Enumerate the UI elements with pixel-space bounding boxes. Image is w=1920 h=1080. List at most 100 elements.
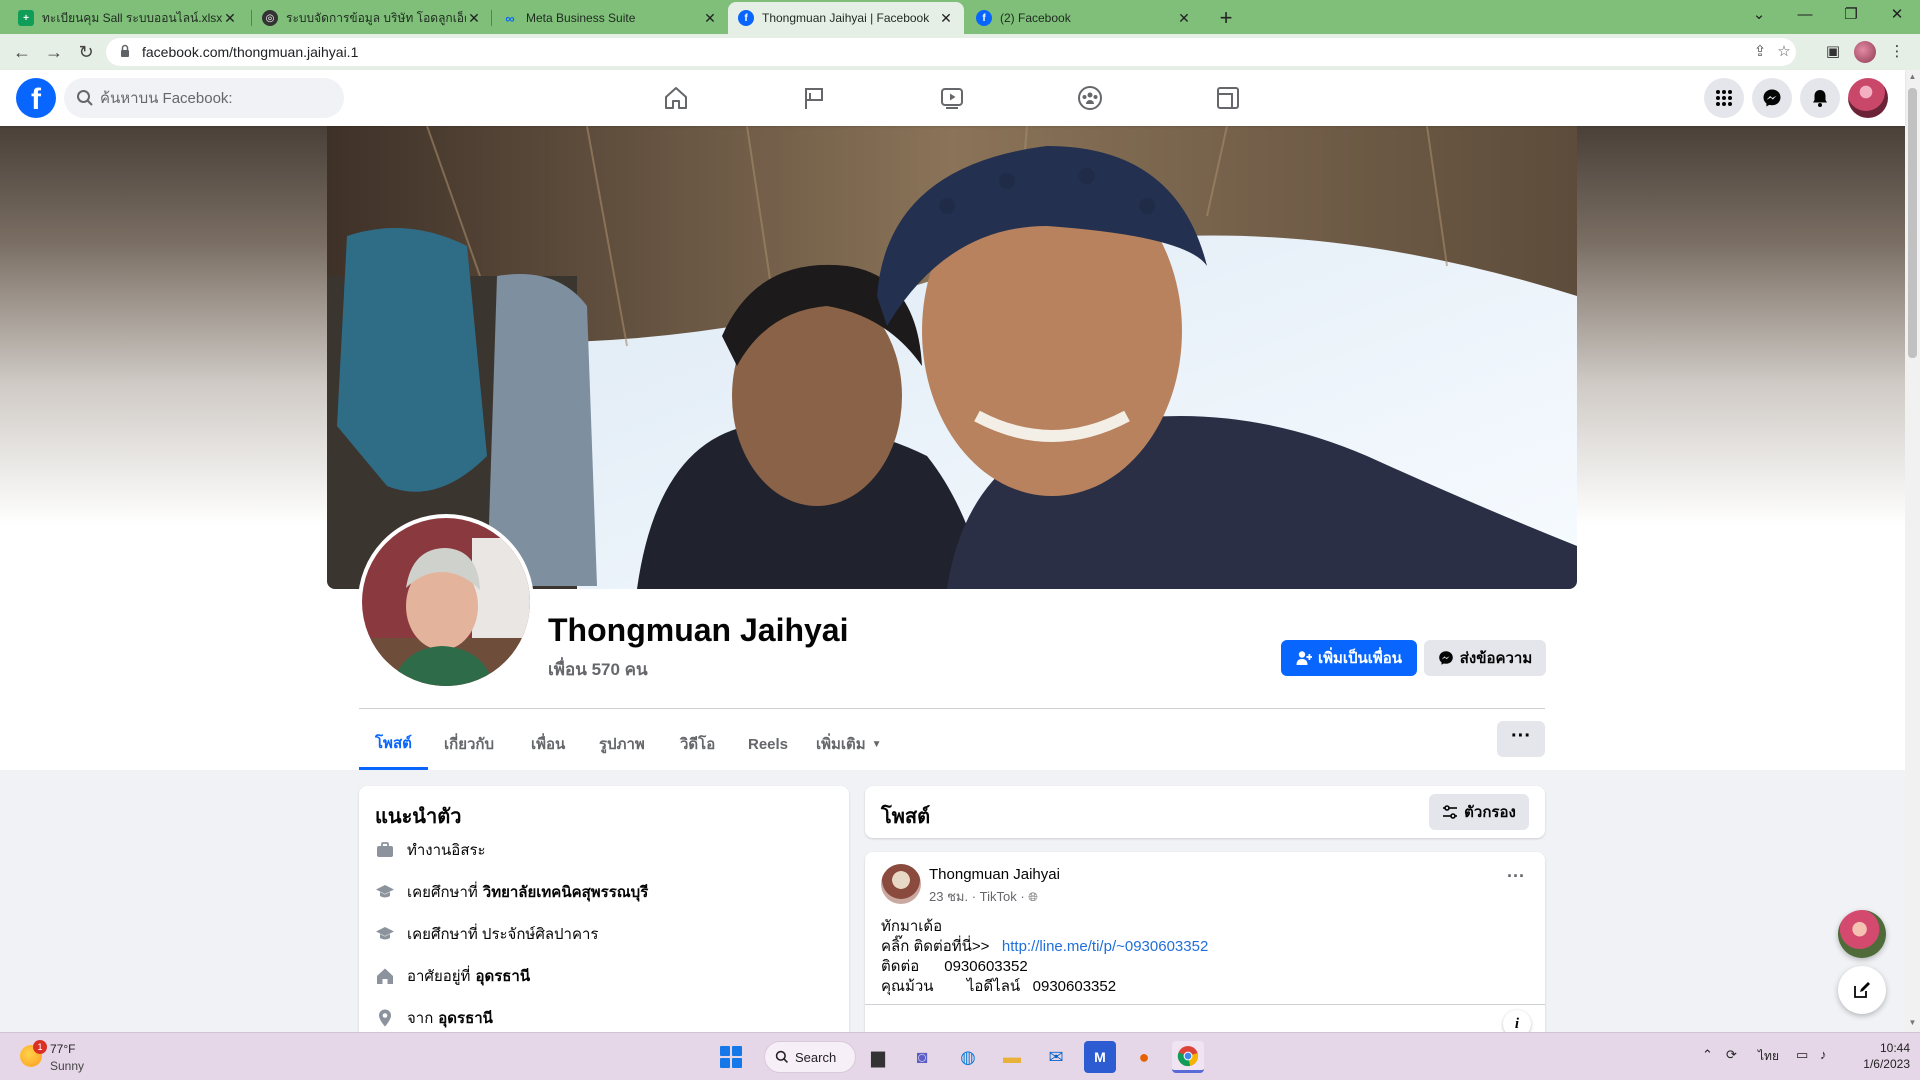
facebook-search[interactable] [64,78,344,118]
network-icon[interactable]: ▭ [1796,1047,1808,1063]
reload-button[interactable]: ↻ [72,38,100,66]
taskbar-search[interactable]: Search [764,1041,856,1073]
teams-chat-icon[interactable]: ◙ [906,1041,938,1073]
location-pin-icon [379,1009,391,1027]
browser-tab-profile[interactable]: f Thongmuan Jaihyai | Facebook ✕ [728,2,964,34]
scroll-down-arrow[interactable]: ▼ [1908,1018,1917,1027]
profile-picture[interactable] [358,514,534,690]
tab-videos[interactable]: วิดีโอ [664,718,731,770]
chrome-icon[interactable] [1172,1041,1204,1073]
windows-logo-pane [732,1046,742,1056]
close-icon[interactable]: ✕ [222,10,238,27]
close-window-button[interactable]: ✕ [1874,0,1920,30]
intro-from-place[interactable]: อุดรธานี [438,1006,493,1030]
address-bar[interactable]: facebook.com/thongmuan.jaihyai.1 ⇪ ☆ [106,38,1796,66]
profile-name: Thongmuan Jaihyai [548,612,849,648]
clock-time: 10:44 [1879,1041,1910,1055]
message-button[interactable]: ส่งข้อความ [1424,640,1546,676]
side-panel-icon[interactable]: ▣ [1822,41,1844,63]
edge-icon[interactable]: ◍ [952,1041,984,1073]
tab-title: ทะเบียนคุม Sall ระบบออนไลน์.xlsx - G [42,10,222,25]
nav-home[interactable] [620,76,732,120]
sync-icon[interactable]: ⟳ [1726,1047,1737,1063]
system-clock[interactable]: 10:44 1/6/2023 [1860,1040,1910,1072]
groups-icon [1078,86,1102,110]
graduation-cap-icon [376,885,394,898]
add-friend-button[interactable]: เพิ่มเป็นเพื่อน [1281,640,1417,676]
firefox-icon[interactable]: ● [1128,1041,1160,1073]
app-icon[interactable]: M [1084,1041,1116,1073]
post-author-avatar[interactable] [881,864,921,904]
start-button[interactable] [720,1046,742,1068]
new-message-button[interactable] [1838,966,1886,1014]
friend-count[interactable]: เพื่อน 570 คน [548,656,648,683]
filter-button[interactable]: ตัวกรอง [1429,794,1529,830]
restore-button[interactable]: ❐ [1828,0,1874,30]
search-icon [775,1050,788,1063]
menu-button[interactable] [1704,78,1744,118]
nav-gaming[interactable] [1172,76,1284,120]
scroll-up-arrow[interactable]: ▲ [1908,72,1917,81]
weather-condition[interactable]: Sunny [50,1059,84,1073]
tab-photos[interactable]: รูปภาพ [583,718,661,770]
tab-friends[interactable]: เพื่อน [515,718,581,770]
caret-down-icon: ▼ [871,738,882,750]
tab-more[interactable]: เพิ่มเติม ▼ [800,718,898,770]
browser-menu-icon[interactable]: ⋮ [1886,41,1908,63]
intro-education-2-text: เคยศึกษาที่ ประจักษ์ศิลปาคาร [407,926,599,943]
intro-education-2: เคยศึกษาที่ ประจักษ์ศิลปาคาร [375,922,598,946]
file-explorer-icon[interactable]: ▬ [996,1041,1028,1073]
close-icon[interactable]: ✕ [466,10,482,27]
language-indicator[interactable]: ไทย [1758,1047,1779,1066]
tab-reels[interactable]: Reels [732,718,804,770]
profile-picture-image [362,518,530,686]
line-link[interactable]: http://line.me/ti/p/~0930603352 [1002,938,1208,955]
browser-tab-meta[interactable]: ∞ Meta Business Suite ✕ [492,2,728,34]
facebook-logo[interactable]: f [16,78,56,118]
post-author-name[interactable]: Thongmuan Jaihyai [929,866,1060,883]
browser-profile-avatar[interactable] [1854,41,1876,63]
tab-about[interactable]: เกี่ยวกับ [428,718,510,770]
close-icon[interactable]: ✕ [702,10,718,27]
nav-groups[interactable] [1034,76,1146,120]
post-more-button[interactable]: ··· [1507,866,1525,887]
share-icon[interactable]: ⇪ [1750,42,1770,62]
intro-lives-place[interactable]: อุดรธานี [475,964,530,988]
weather-temperature[interactable]: 77°F [50,1042,75,1056]
close-icon[interactable]: ✕ [938,10,954,27]
minimize-button[interactable]: — [1782,0,1828,30]
scrollbar-thumb[interactable] [1908,88,1917,358]
browser-toolbar: ← → ↻ facebook.com/thongmuan.jaihyai.1 ⇪… [0,34,1920,70]
messenger-button[interactable] [1752,78,1792,118]
forward-button[interactable]: → [40,38,68,66]
contact-chat-avatar[interactable] [1838,910,1886,958]
tab-posts[interactable]: โพสต์ [359,718,428,770]
volume-icon[interactable]: ♪ [1820,1047,1827,1062]
browser-tab-facebook[interactable]: f (2) Facebook ✕ [966,2,1202,34]
mail-icon[interactable]: ✉ [1040,1041,1072,1073]
close-icon[interactable]: ✕ [1176,10,1192,27]
graduation-cap-icon [376,927,394,940]
task-view-icon[interactable]: ▆ [862,1041,894,1073]
tab-search-button[interactable]: ⌄ [1736,0,1782,30]
intro-education-1-place[interactable]: วิทยาลัยเทคนิคสุพรรณบุรี [483,880,649,904]
cover-photo[interactable] [327,126,1577,589]
facebook-header: f [0,70,1905,126]
tray-overflow-icon[interactable]: ⌃ [1702,1047,1713,1063]
new-tab-button[interactable]: + [1212,4,1240,32]
page-scrollbar[interactable]: ▲ ▼ [1905,70,1920,1032]
search-input[interactable] [100,88,330,108]
windows-logo-pane [720,1058,730,1068]
profile-more-button[interactable]: ··· [1497,721,1545,757]
account-avatar[interactable] [1848,78,1888,118]
notifications-button[interactable] [1800,78,1840,118]
browser-tab-sheets[interactable]: + ทะเบียนคุม Sall ระบบออนไลน์.xlsx - G ✕ [8,2,248,34]
messenger-icon [1763,89,1781,107]
intro-education-1: เคยศึกษาที่ วิทยาลัยเทคนิคสุพรรณบุรี [375,880,648,904]
nav-watch[interactable] [896,76,1008,120]
browser-tab-data-system[interactable]: ◎ ระบบจัดการข้อมูล บริษัท โอดลูกเอ็ด ✕ [252,2,492,34]
nav-pages[interactable] [758,76,870,120]
back-button[interactable]: ← [8,38,36,66]
post-meta-text[interactable]: 23 ชม. · TikTok · [929,889,1025,904]
bookmark-star-icon[interactable]: ☆ [1774,42,1794,62]
